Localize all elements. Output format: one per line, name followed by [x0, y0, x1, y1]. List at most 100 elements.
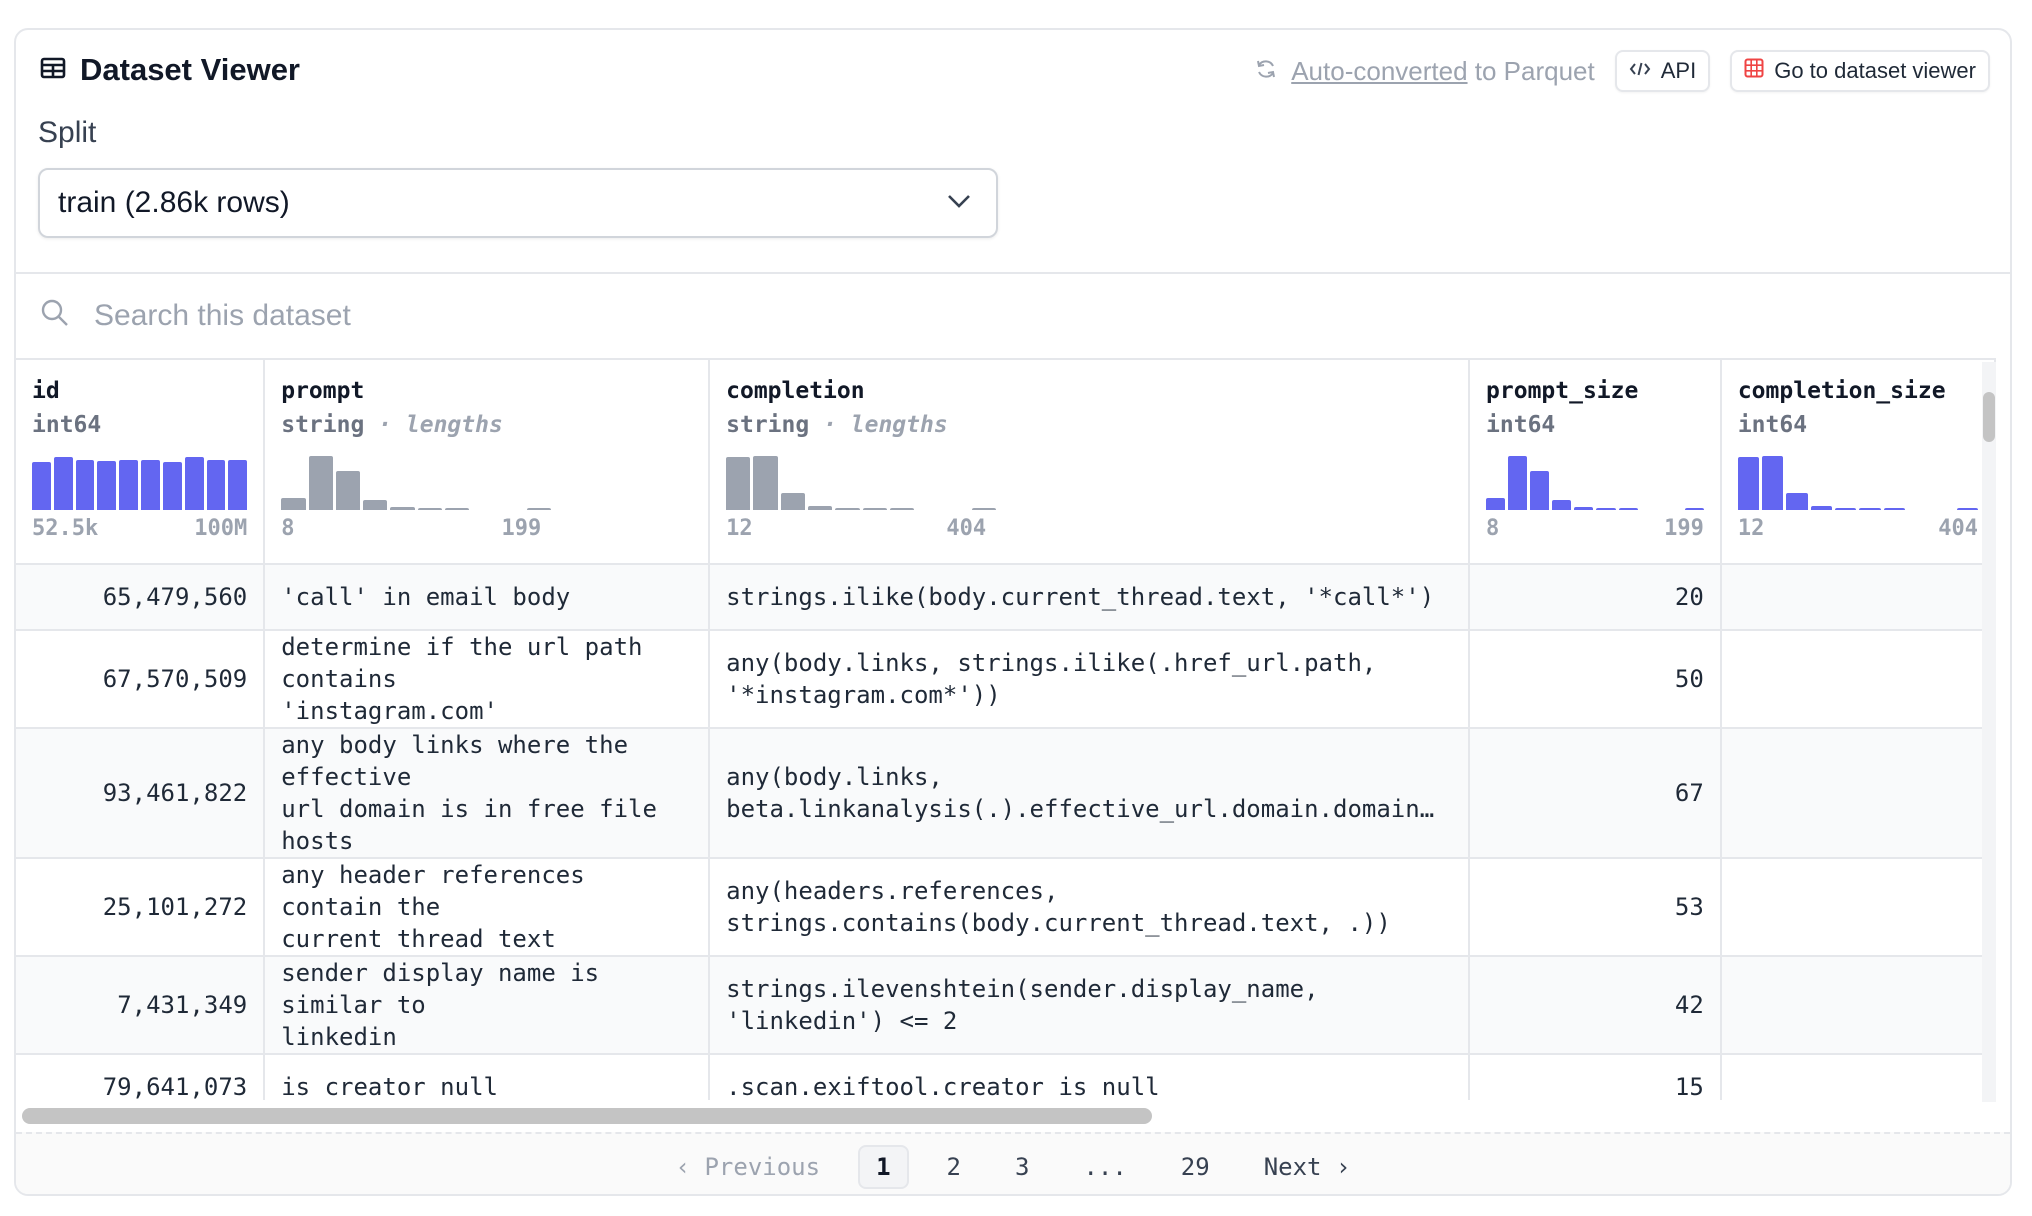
histogram-bar[interactable] — [971, 508, 997, 510]
split-select[interactable]: train (2.86k rows) — [38, 168, 998, 238]
horizontal-scrollbar[interactable] — [22, 1108, 1982, 1124]
cell-prompt-size[interactable]: 53 — [1469, 858, 1722, 957]
page-button-1[interactable]: 1 — [858, 1145, 909, 1189]
histogram-bar[interactable] — [889, 508, 915, 510]
histogram-bar[interactable] — [184, 457, 204, 510]
search-bar[interactable]: Search this dataset — [40, 298, 351, 333]
histogram-bar[interactable] — [141, 459, 160, 510]
histogram-bar[interactable] — [335, 471, 361, 510]
cell-completion-size[interactable] — [1720, 1054, 1996, 1100]
histogram-bar[interactable] — [281, 498, 306, 510]
cell-completion[interactable]: strings.ilike(body.current_thread.text, … — [709, 564, 1471, 631]
cell-prompt[interactable]: 'call' in email body — [264, 564, 711, 631]
next-page-button[interactable]: Next › — [1248, 1147, 1367, 1187]
cell-prompt[interactable]: any header references contain the curren… — [264, 858, 711, 957]
cell-completion-size[interactable] — [1720, 728, 1996, 859]
histogram-bar[interactable] — [1574, 506, 1594, 510]
column-histogram[interactable] — [281, 456, 552, 510]
histogram-bar[interactable] — [1835, 507, 1857, 510]
histogram-bar[interactable] — [1810, 505, 1833, 510]
cell-prompt-size[interactable]: 42 — [1469, 956, 1722, 1055]
histogram-bar[interactable] — [726, 457, 751, 510]
cell-id[interactable]: 25,101,272 — [16, 858, 266, 957]
column-histogram[interactable] — [1737, 456, 1978, 510]
cell-prompt[interactable]: sender display name is similar to linked… — [264, 956, 711, 1055]
histogram-bar[interactable] — [75, 459, 95, 510]
cell-completion[interactable]: any(body.links, beta.linkanalysis(.).eff… — [709, 728, 1471, 859]
histogram-bar[interactable] — [119, 459, 139, 510]
histogram-bar[interactable] — [1552, 500, 1572, 510]
histogram-bar[interactable] — [363, 500, 388, 510]
vertical-scrollbar-thumb[interactable] — [1983, 392, 1995, 442]
histogram-bar[interactable] — [162, 462, 182, 510]
table-row[interactable]: 93,461,822 any body links where the effe… — [16, 728, 1996, 859]
column-histogram[interactable] — [1486, 456, 1704, 510]
cell-prompt[interactable]: any body links where the effective url d… — [264, 728, 711, 859]
histogram-bar[interactable] — [1786, 492, 1808, 510]
histogram-bar[interactable] — [1762, 456, 1784, 510]
column-histogram[interactable] — [32, 456, 248, 510]
cell-id[interactable]: 93,461,822 — [16, 728, 266, 859]
auto-converted-link[interactable]: Auto-converted — [1291, 56, 1467, 86]
cell-completion[interactable]: any(body.links, strings.ilike(.href_url.… — [709, 630, 1471, 729]
histogram-bar[interactable] — [1486, 498, 1506, 510]
api-button[interactable]: API — [1614, 50, 1711, 92]
column-header-id[interactable]: id int64 52.5k 100M — [16, 360, 266, 565]
cell-prompt[interactable]: determine if the url path contains 'inst… — [264, 630, 711, 729]
histogram-bar[interactable] — [753, 456, 778, 510]
page-button-2[interactable]: 2 — [931, 1147, 977, 1187]
column-header-completion-size[interactable]: completion_size int64 12 404 — [1720, 360, 1996, 565]
cell-completion-size[interactable] — [1720, 564, 1996, 631]
go-to-dataset-viewer-button[interactable]: Go to dataset viewer — [1730, 50, 1990, 92]
column-header-prompt-size[interactable]: prompt_size int64 8 199 — [1469, 360, 1722, 565]
histogram-bar[interactable] — [1508, 456, 1528, 510]
page-button-29[interactable]: 29 — [1165, 1147, 1226, 1187]
column-header-prompt[interactable]: prompt string · lengths 8 199 — [264, 360, 711, 565]
histogram-bar[interactable] — [206, 459, 226, 510]
cell-completion-size[interactable] — [1720, 956, 1996, 1055]
horizontal-scrollbar-thumb[interactable] — [22, 1108, 1152, 1124]
histogram-bar[interactable] — [53, 457, 73, 510]
histogram-bar[interactable] — [97, 461, 117, 510]
histogram-bar[interactable] — [808, 505, 833, 510]
histogram-bar[interactable] — [862, 508, 887, 510]
histogram-bar[interactable] — [1596, 507, 1616, 510]
histogram-bar[interactable] — [526, 507, 552, 510]
previous-page-button[interactable]: ‹ Previous — [660, 1147, 837, 1187]
histogram-bar[interactable] — [835, 507, 860, 510]
table-row[interactable]: 7,431,349 sender display name is similar… — [16, 956, 1996, 1055]
search-input[interactable]: Search this dataset — [94, 299, 351, 333]
column-histogram[interactable] — [726, 456, 997, 510]
table-row[interactable]: 65,479,560 'call' in email body strings.… — [16, 564, 1996, 631]
cell-prompt-size[interactable]: 50 — [1469, 630, 1722, 729]
cell-id[interactable]: 79,641,073 — [16, 1054, 266, 1100]
cell-completion[interactable]: strings.ilevenshtein(sender.display_name… — [709, 956, 1471, 1055]
cell-completion[interactable]: .scan.exiftool.creator is null — [709, 1054, 1471, 1100]
histogram-bar[interactable] — [1618, 508, 1638, 510]
histogram-bar[interactable] — [1684, 507, 1704, 510]
histogram-bar[interactable] — [1530, 471, 1550, 510]
cell-id[interactable]: 7,431,349 — [16, 956, 266, 1055]
histogram-bar[interactable] — [1956, 508, 1978, 510]
histogram-bar[interactable] — [228, 459, 248, 510]
cell-prompt-size[interactable]: 15 — [1469, 1054, 1722, 1100]
cell-completion-size[interactable] — [1720, 630, 1996, 729]
cell-prompt-size[interactable]: 20 — [1469, 564, 1722, 631]
histogram-bar[interactable] — [308, 456, 333, 510]
cell-prompt[interactable]: is creator null — [264, 1054, 711, 1100]
histogram-bar[interactable] — [1737, 457, 1760, 510]
cell-prompt-size[interactable]: 67 — [1469, 728, 1722, 859]
cell-completion[interactable]: any(headers.references, strings.contains… — [709, 858, 1471, 957]
page-button-3[interactable]: 3 — [999, 1147, 1045, 1187]
histogram-bar[interactable] — [445, 508, 470, 510]
column-header-completion[interactable]: completion string · lengths 12 404 — [709, 360, 1471, 565]
vertical-scrollbar[interactable] — [1982, 362, 1996, 1102]
histogram-bar[interactable] — [1883, 508, 1906, 510]
histogram-bar[interactable] — [417, 507, 443, 510]
table-row[interactable]: 67,570,509 determine if the url path con… — [16, 630, 1996, 729]
histogram-bar[interactable] — [1859, 508, 1881, 510]
table-row[interactable]: 79,641,073 is creator null .scan.exiftoo… — [16, 1054, 1996, 1100]
cell-completion-size[interactable] — [1720, 858, 1996, 957]
table-row[interactable]: 25,101,272 any header references contain… — [16, 858, 1996, 957]
cell-id[interactable]: 67,570,509 — [16, 630, 266, 729]
